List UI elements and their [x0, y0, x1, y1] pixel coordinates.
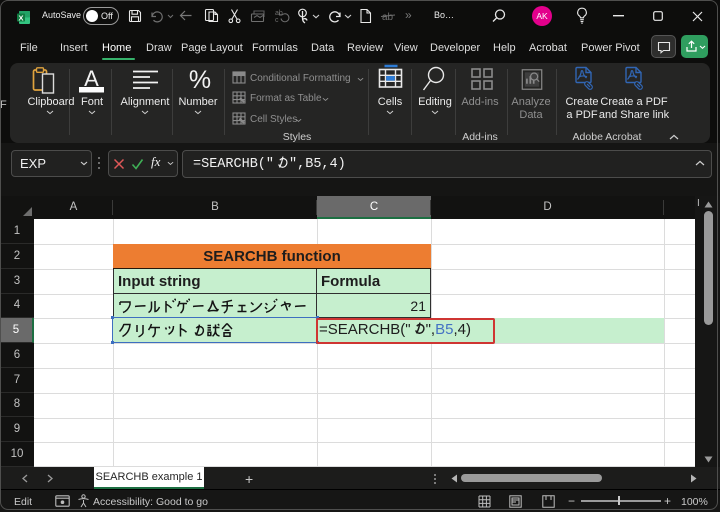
svg-text:%: % — [189, 66, 211, 94]
svg-text:ab: ab — [382, 12, 394, 22]
svg-text:X: X — [18, 14, 23, 23]
svg-text:c: c — [275, 17, 279, 24]
svg-text:ab: ab — [275, 10, 283, 17]
